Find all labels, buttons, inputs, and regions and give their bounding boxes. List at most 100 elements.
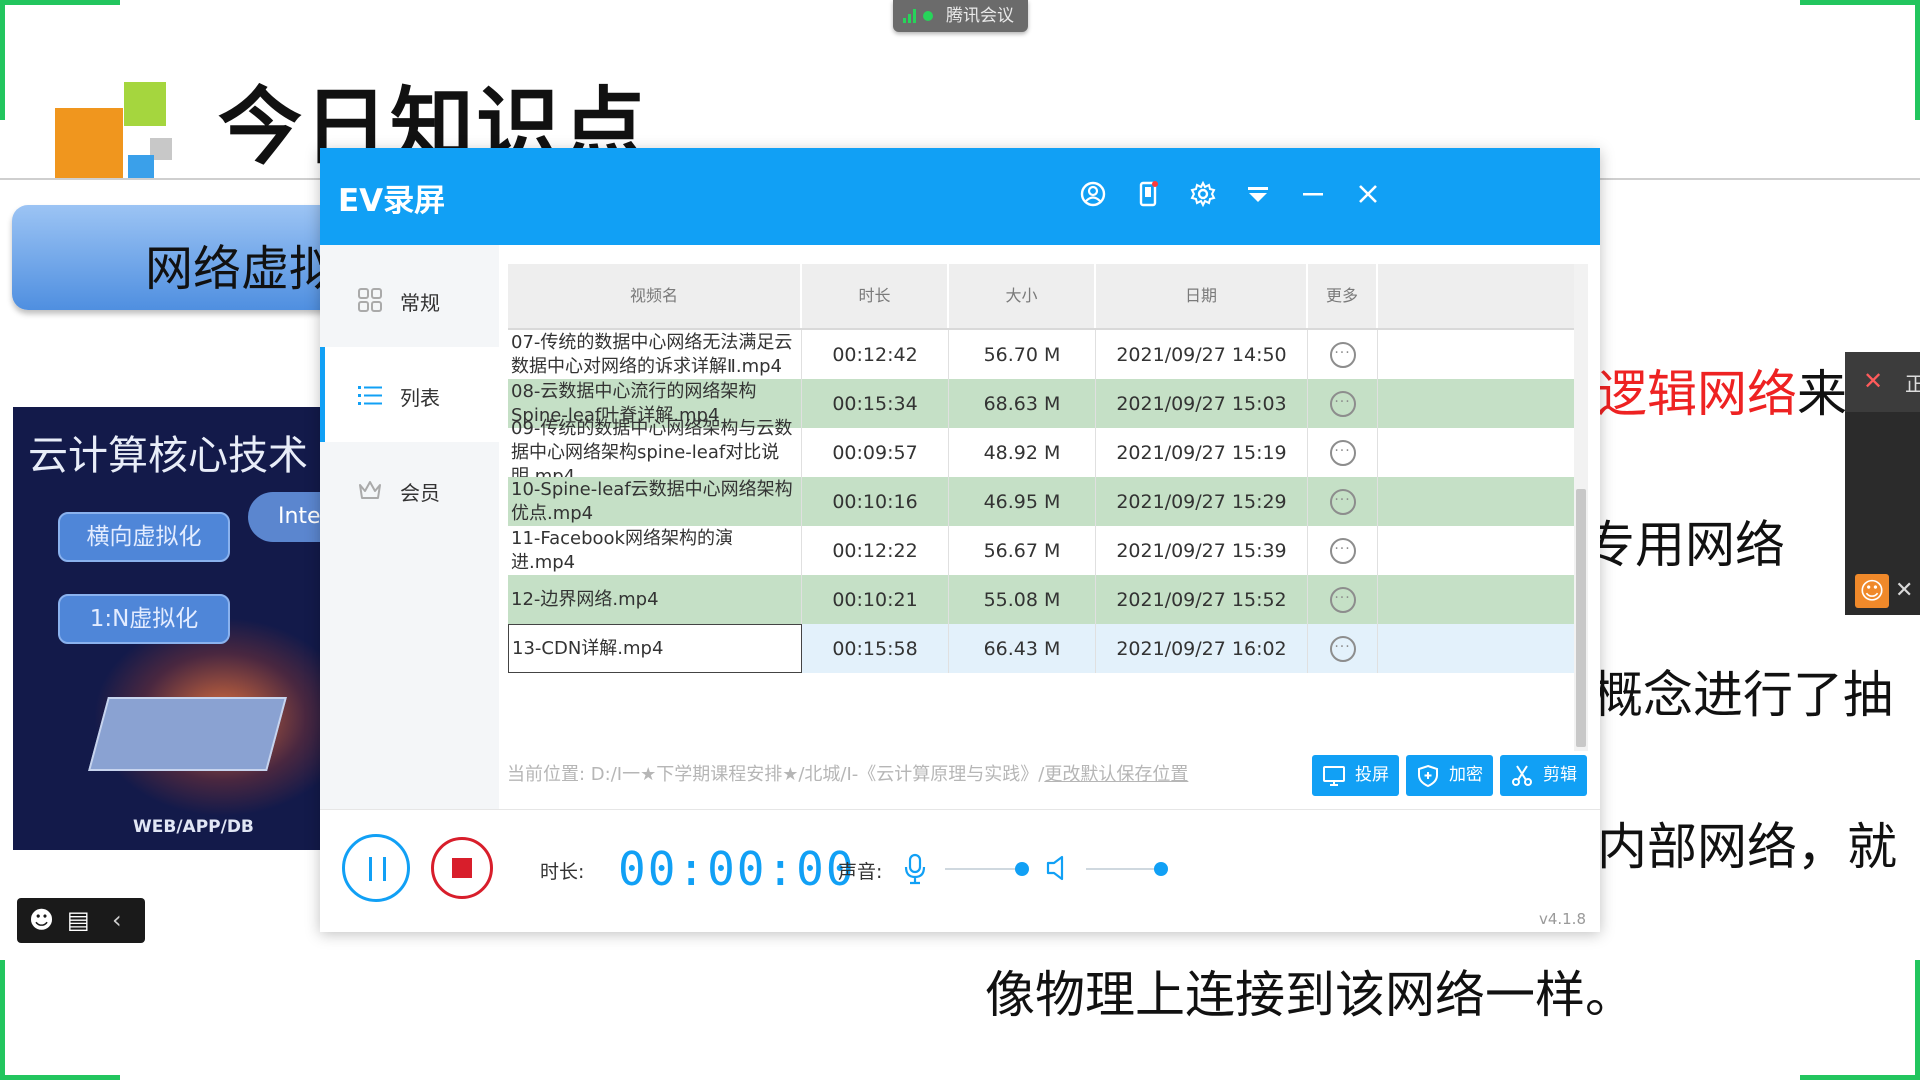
speaker-icon[interactable] — [1045, 854, 1069, 882]
slider-handle[interactable] — [1154, 862, 1168, 876]
slider-handle[interactable] — [1015, 862, 1029, 876]
cell-more — [1308, 526, 1378, 575]
cell-more — [1308, 379, 1378, 428]
cell-duration: 00:12:42 — [802, 330, 949, 379]
meeting-status-bar[interactable]: 腾讯会议 — [893, 0, 1028, 32]
more-options-icon[interactable] — [1329, 586, 1356, 613]
shield-icon — [1418, 764, 1438, 788]
cell-date: 2021/09/27 15:19 — [1096, 428, 1308, 477]
table-row[interactable]: 07-传统的数据中心网络无法满足云数据中心对网络的诉求详解Ⅱ.mp4 00:12:… — [508, 330, 1581, 379]
table-scrollbar[interactable] — [1574, 264, 1588, 751]
corner-marker — [0, 0, 5, 120]
cell-video-name[interactable]: 13-CDN详解.mp4 — [508, 624, 802, 673]
corner-marker — [0, 960, 5, 1080]
microphone-icon[interactable] — [903, 853, 927, 885]
cell-video-name[interactable]: 11-Facebook网络架构的演进.mp4 — [508, 526, 802, 575]
column-header-more[interactable]: 更多 — [1308, 264, 1378, 328]
column-header-date[interactable]: 日期 — [1096, 264, 1308, 328]
slide-logo-block — [128, 155, 154, 179]
meeting-side-panel: ✕ 正 ☺ ✕ — [1845, 352, 1920, 615]
cast-button[interactable]: 投屏 — [1312, 755, 1399, 796]
save-path-bar: 当前位置: D:/Ⅰ一★下学期课程安排★/北城/Ⅰ-《云计算原理与实践》/更改默… — [507, 753, 1297, 797]
version-label: v4.1.8 — [1538, 910, 1586, 928]
slide-body-text: 来 — [1797, 365, 1847, 423]
stop-button[interactable] — [431, 837, 493, 899]
slide-body-line: 逻辑网络来 — [1597, 354, 1847, 426]
more-options-icon[interactable] — [1329, 488, 1356, 515]
cell-more — [1308, 575, 1378, 624]
scrollbar-thumb[interactable] — [1576, 489, 1586, 747]
ev-app-title: EV录屏 — [338, 183, 446, 219]
cell-size: 66.43 M — [949, 624, 1096, 673]
cell-date: 2021/09/27 15:29 — [1096, 477, 1308, 526]
list-icon — [358, 386, 382, 405]
cell-duration: 00:10:21 — [802, 575, 949, 624]
cell-duration: 00:12:22 — [802, 526, 949, 575]
illustration-title: 云计算核心技术 — [28, 433, 308, 479]
grid-icon — [358, 288, 382, 312]
more-options-icon[interactable] — [1329, 341, 1356, 368]
slide-logo-block — [55, 108, 123, 178]
status-dot-icon — [923, 11, 933, 21]
user-icon[interactable] — [1076, 180, 1110, 214]
participant-avatar-icon[interactable]: ☺ — [1855, 574, 1889, 608]
cell-video-name[interactable]: 12-边界网络.mp4 — [508, 575, 802, 624]
encrypt-button[interactable]: 加密 — [1406, 755, 1493, 796]
cell-size: 68.63 M — [949, 379, 1096, 428]
cell-duration: 00:15:58 — [802, 624, 949, 673]
change-save-location-link[interactable]: 更改默认保存位置 — [1044, 764, 1188, 785]
mic-muted-icon[interactable]: ✕ — [1863, 367, 1883, 395]
ev-sidebar: 常规 列表 会员 — [320, 245, 499, 809]
table-row[interactable]: 10-Spine-leaf云数据中心网络架构优点.mp4 00:10:16 46.9… — [508, 477, 1581, 526]
illustration-badge: 1:N虚拟化 — [58, 594, 230, 644]
mic-muted-icon[interactable]: ✕ — [1895, 578, 1913, 603]
dropdown-icon[interactable] — [1241, 180, 1275, 214]
cell-more — [1308, 624, 1378, 673]
illustration-switch — [88, 697, 287, 771]
cast-button-label: 投屏 — [1355, 765, 1389, 785]
column-header-size[interactable]: 大小 — [949, 264, 1096, 328]
gear-icon[interactable] — [1186, 180, 1220, 214]
collapse-icon[interactable]: ‹ — [112, 906, 122, 934]
more-options-icon[interactable] — [1329, 635, 1356, 662]
cell-video-name[interactable]: 09-传统的数据中心网络架构与云数据中心网络架构spine-leaf对比说明.m… — [508, 418, 802, 487]
column-header-duration[interactable]: 时长 — [802, 264, 949, 328]
cell-date: 2021/09/27 16:02 — [1096, 624, 1308, 673]
more-options-icon[interactable] — [1329, 439, 1356, 466]
cell-more — [1308, 428, 1378, 477]
topic-pill: 网络虚拟 — [12, 205, 372, 310]
table-row[interactable]: 11-Facebook网络架构的演进.mp4 00:12:22 56.67 M 202… — [508, 526, 1581, 575]
illustration-cloud: Inte — [248, 492, 323, 542]
cell-size: 48.92 M — [949, 428, 1096, 477]
column-header-name[interactable]: 视频名 — [508, 264, 802, 328]
cell-size: 55.08 M — [949, 575, 1096, 624]
slide-logo-block — [124, 82, 166, 126]
table-row[interactable]: 13-CDN详解.mp4 00:15:58 66.43 M 2021/09/27 16… — [508, 624, 1581, 673]
phone-icon[interactable] — [1131, 180, 1165, 214]
slide-illustration: 云计算核心技术 Inte 横向虚拟化 1:N虚拟化 WEB/APP/DB — [13, 407, 323, 850]
nav-item-general[interactable]: 常规 — [320, 252, 499, 347]
more-options-icon[interactable] — [1329, 390, 1356, 417]
pause-button[interactable] — [342, 834, 410, 902]
cell-duration: 00:10:16 — [802, 477, 949, 526]
nav-item-list[interactable]: 列表 — [320, 347, 499, 442]
mic-volume-slider[interactable] — [945, 862, 1029, 876]
nav-item-label: 常规 — [400, 291, 440, 315]
more-options-icon[interactable] — [1329, 537, 1356, 564]
corner-marker — [1800, 0, 1920, 5]
nav-item-member[interactable]: 会员 — [320, 442, 499, 537]
close-icon[interactable] — [1351, 180, 1385, 214]
table-row[interactable]: 12-边界网络.mp4 00:10:21 55.08 M 2021/09/27 15:… — [508, 575, 1581, 624]
table-row[interactable]: 09-传统的数据中心网络架构与云数据中心网络架构spine-leaf对比说明.m… — [508, 418, 1581, 487]
nav-item-label: 会员 — [400, 481, 440, 505]
edit-button-label: 剪辑 — [1543, 765, 1577, 785]
chat-icon[interactable]: ▤ — [67, 906, 90, 934]
slide-body-line: 专用网络 — [1585, 516, 1785, 574]
speaker-volume-slider[interactable] — [1086, 862, 1168, 876]
cell-video-name[interactable]: 07-传统的数据中心网络无法满足云数据中心对网络的诉求详解Ⅱ.mp4 — [508, 330, 802, 379]
cell-video-name[interactable]: 10-Spine-leaf云数据中心网络架构优点.mp4 — [508, 477, 802, 526]
edit-button[interactable]: 剪辑 — [1500, 755, 1587, 796]
emoji-icon[interactable]: ☻ — [29, 906, 54, 934]
cell-more — [1308, 330, 1378, 379]
minimize-icon[interactable] — [1296, 180, 1330, 214]
